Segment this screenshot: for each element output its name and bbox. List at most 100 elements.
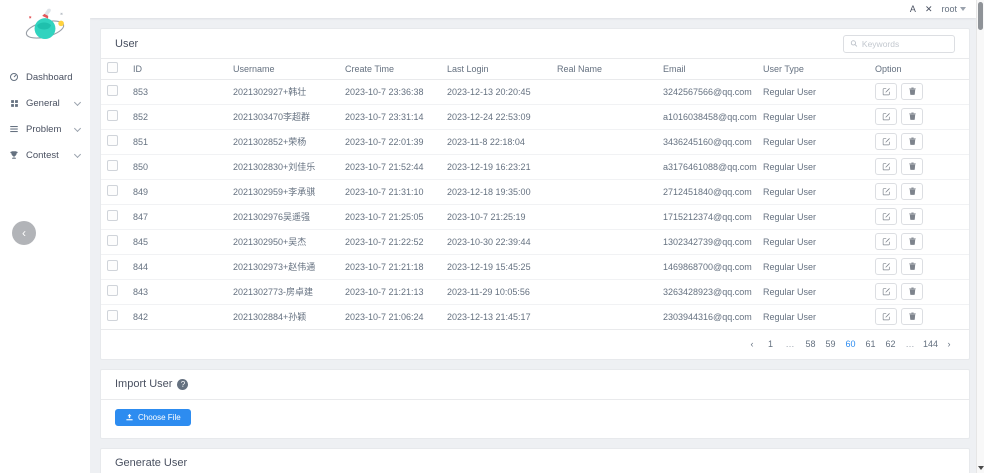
sidebar-item-general[interactable]: General (0, 90, 90, 116)
import-user-title: Import User (115, 378, 172, 390)
row-checkbox[interactable] (107, 110, 118, 121)
cell-username: 2021303470李超群 (227, 104, 339, 129)
edit-icon (882, 234, 891, 249)
row-checkbox-cell (101, 204, 127, 229)
sidebar-nav: DashboardGeneralProblemContest (0, 56, 90, 168)
sidebar-item-dashboard[interactable]: Dashboard (0, 64, 90, 90)
cell-username: 2021302830+刘佳乐 (227, 154, 339, 179)
page-number[interactable]: 61 (863, 339, 878, 349)
edit-icon (882, 284, 891, 299)
pagination-ellipsis: … (783, 339, 798, 349)
choose-file-button[interactable]: Choose File (115, 409, 191, 426)
edit-user-button[interactable] (875, 83, 897, 100)
grid-icon (8, 97, 20, 109)
page-number[interactable]: 60 (843, 339, 858, 349)
delete-user-button[interactable] (901, 308, 923, 325)
page-number[interactable]: 1 (763, 339, 778, 349)
cell-create-time: 2023-10-7 21:25:05 (339, 204, 441, 229)
cell-id: 844 (127, 254, 227, 279)
scrollbar-down-arrow-icon[interactable] (977, 463, 984, 472)
delete-user-button[interactable] (901, 108, 923, 125)
page-number[interactable]: 144 (923, 339, 938, 349)
edit-user-button[interactable] (875, 108, 897, 125)
cell-option (869, 279, 969, 304)
row-checkbox[interactable] (107, 160, 118, 171)
sidebar-item-contest[interactable]: Contest (0, 142, 90, 168)
sidebar-collapse-button[interactable]: ‹ (12, 221, 36, 245)
cell-real-name (551, 179, 657, 204)
page-number[interactable]: 59 (823, 339, 838, 349)
row-checkbox[interactable] (107, 285, 118, 296)
page-number[interactable]: 62 (883, 339, 898, 349)
row-checkbox-cell (101, 304, 127, 329)
help-icon[interactable]: ? (177, 379, 188, 390)
cell-last-login: 2023-12-19 16:23:21 (441, 154, 551, 179)
cell-id: 847 (127, 204, 227, 229)
prev-page-button[interactable]: ‹ (746, 339, 758, 349)
delete-user-button[interactable] (901, 183, 923, 200)
delete-user-button[interactable] (901, 83, 923, 100)
cell-real-name (551, 229, 657, 254)
next-page-button[interactable]: › (943, 339, 955, 349)
edit-user-button[interactable] (875, 183, 897, 200)
edit-user-button[interactable] (875, 308, 897, 325)
cell-user-type: Regular User (757, 179, 869, 204)
delete-user-button[interactable] (901, 233, 923, 250)
cell-last-login: 2023-12-18 19:35:00 (441, 179, 551, 204)
table-row: 8512021302852+荣杨2023-10-7 22:01:392023-1… (101, 129, 969, 154)
app-logo (0, 0, 90, 56)
chevron-down-icon (74, 150, 81, 157)
row-checkbox[interactable] (107, 210, 118, 221)
table-row: 8432021302773-房卓建2023-10-7 21:21:132023-… (101, 279, 969, 304)
generate-card-header: Generate User (101, 449, 969, 473)
option-buttons (875, 80, 963, 104)
row-checkbox[interactable] (107, 310, 118, 321)
cell-create-time: 2023-10-7 21:52:44 (339, 154, 441, 179)
search-input[interactable] (862, 39, 948, 49)
trash-icon (908, 234, 917, 249)
scrollbar-thumb[interactable] (978, 2, 983, 30)
edit-user-button[interactable] (875, 258, 897, 275)
select-all-checkbox[interactable] (107, 62, 118, 73)
edit-user-button[interactable] (875, 208, 897, 225)
list-icon (8, 123, 20, 135)
edit-user-button[interactable] (875, 283, 897, 300)
page-number[interactable]: 58 (803, 339, 818, 349)
edit-user-button[interactable] (875, 133, 897, 150)
cell-user-type: Regular User (757, 279, 869, 304)
row-checkbox-cell (101, 129, 127, 154)
column-header-real-name: Real Name (551, 59, 657, 79)
edit-icon (882, 134, 891, 149)
user-menu[interactable]: root (941, 4, 966, 14)
row-checkbox[interactable] (107, 185, 118, 196)
sidebar-item-problem[interactable]: Problem (0, 116, 90, 142)
row-checkbox[interactable] (107, 260, 118, 271)
cell-email: 2712451840@qq.com (657, 179, 757, 204)
delete-user-button[interactable] (901, 283, 923, 300)
scrollbar[interactable] (976, 0, 984, 473)
cell-username: 2021302852+荣杨 (227, 129, 339, 154)
fullscreen-icon[interactable]: ✕ (925, 0, 933, 18)
cell-user-type: Regular User (757, 204, 869, 229)
cell-email: 1715212374@qq.com (657, 204, 757, 229)
edit-user-button[interactable] (875, 158, 897, 175)
delete-user-button[interactable] (901, 258, 923, 275)
generate-user-title: Generate User (115, 457, 187, 469)
row-checkbox[interactable] (107, 135, 118, 146)
chevron-down-icon (74, 98, 81, 105)
language-icon[interactable]: A (910, 0, 916, 18)
cell-username: 2021302773-房卓建 (227, 279, 339, 304)
row-checkbox[interactable] (107, 85, 118, 96)
table-row: 8422021302884+孙颖2023-10-7 21:06:242023-1… (101, 304, 969, 329)
cell-option (869, 254, 969, 279)
cell-user-type: Regular User (757, 229, 869, 254)
row-checkbox[interactable] (107, 235, 118, 246)
cell-last-login: 2023-11-29 10:05:56 (441, 279, 551, 304)
delete-user-button[interactable] (901, 158, 923, 175)
edit-user-button[interactable] (875, 233, 897, 250)
edit-icon (882, 84, 891, 99)
admin-app: DashboardGeneralProblemContest ‹ A ✕ roo… (0, 0, 984, 473)
delete-user-button[interactable] (901, 133, 923, 150)
delete-user-button[interactable] (901, 208, 923, 225)
edit-icon (882, 259, 891, 274)
